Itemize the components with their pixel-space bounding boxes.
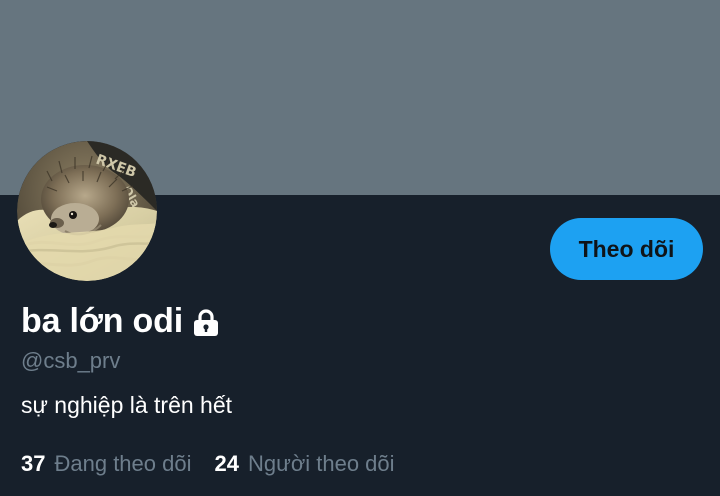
display-name: ba lớn odi	[21, 302, 183, 340]
profile-bio: sự nghiệp là trên hết	[21, 392, 233, 418]
following-stat[interactable]: 37 Đang theo dõi	[21, 449, 191, 479]
following-label: Đang theo dõi	[54, 451, 192, 476]
profile-stats: 37 Đang theo dõi 24 Người theo dõi	[21, 449, 395, 479]
followers-count: 24	[214, 451, 239, 476]
following-count: 37	[21, 451, 46, 476]
avatar[interactable]: RXEB Ola	[17, 141, 157, 281]
lock-icon	[192, 308, 220, 338]
display-name-row: ba lớn odi	[21, 299, 220, 343]
avatar-hedgehog-photo: RXEB Ola	[17, 141, 157, 281]
follow-button[interactable]: Theo dõi	[550, 218, 703, 280]
followers-label: Người theo dõi	[247, 451, 395, 476]
followers-stat[interactable]: 24 Người theo dõi	[214, 449, 394, 479]
profile-handle: @csb_prv	[21, 348, 121, 373]
